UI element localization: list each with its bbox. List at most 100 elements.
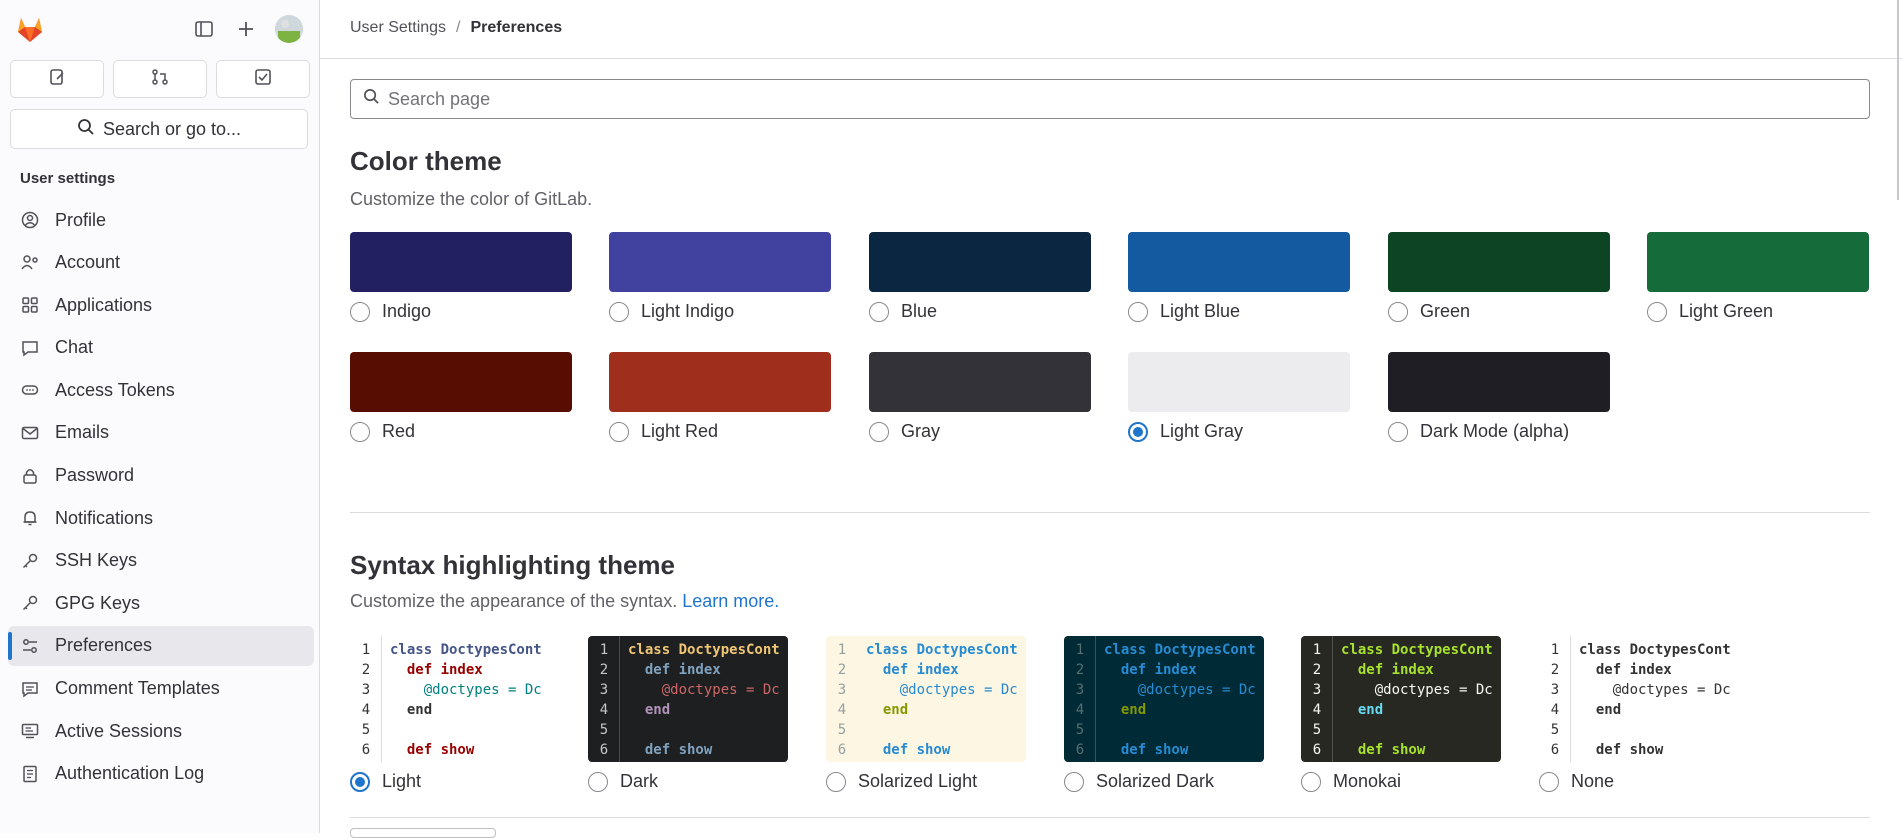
- color-theme-radio[interactable]: [1647, 301, 1667, 322]
- sidebar-item-authentication-log[interactable]: Authentication Log: [8, 754, 314, 794]
- syntax-theme-preview[interactable]: 1 2 3 4 5 6 class DoctypesCont def index @doct…: [588, 636, 788, 762]
- sidebar-item-label: Chat: [55, 337, 94, 358]
- color-theme-option[interactable]: Light Blue: [1128, 301, 1240, 322]
- sidebar-item-emails[interactable]: Emails: [8, 413, 314, 453]
- sidebar-item-comment-templates[interactable]: Comment Templates: [8, 669, 314, 709]
- syntax-theme-preview[interactable]: 1 2 3 4 5 6 class DoctypesCont def index @doct…: [1064, 636, 1264, 762]
- color-theme-swatch[interactable]: [869, 232, 1091, 292]
- sidebar-item-access-tokens[interactable]: Access Tokens: [8, 370, 314, 410]
- search-page-input[interactable]: Search page: [350, 79, 1870, 119]
- color-theme-radio[interactable]: [350, 301, 370, 322]
- sidebar-item-account[interactable]: Account: [8, 243, 314, 283]
- color-theme-radio[interactable]: [869, 421, 889, 442]
- syntax-theme-radio[interactable]: [588, 771, 608, 792]
- syntax-theme-preview[interactable]: 1 2 3 4 5 6 class DoctypesCont def index @doct…: [1539, 636, 1739, 762]
- issues-button[interactable]: [10, 60, 104, 98]
- color-theme-option[interactable]: Green: [1388, 301, 1470, 322]
- sidebar-item-label: Comment Templates: [55, 678, 220, 699]
- color-theme-radio[interactable]: [1388, 301, 1408, 322]
- sidebar-toggle-icon[interactable]: [191, 16, 217, 42]
- avatar[interactable]: [275, 15, 303, 43]
- sidebar-item-applications[interactable]: Applications: [8, 285, 314, 325]
- main-content: User Settings / Preferences Search page …: [320, 0, 1902, 838]
- sidebar-item-preferences[interactable]: Preferences: [8, 625, 314, 666]
- color-theme-option[interactable]: Red: [350, 421, 415, 442]
- color-theme-swatch[interactable]: [1128, 232, 1350, 292]
- email-icon: [20, 423, 40, 443]
- comment-icon: [20, 679, 40, 699]
- color-theme-swatch[interactable]: [1388, 352, 1610, 412]
- color-theme-swatch[interactable]: [1128, 352, 1350, 412]
- syntax-theme-option[interactable]: Monokai: [1301, 771, 1401, 792]
- merge-requests-button[interactable]: [113, 60, 207, 98]
- color-theme-swatch[interactable]: [350, 352, 572, 412]
- sidebar-item-active-sessions[interactable]: Active Sessions: [8, 711, 314, 751]
- search-or-go-to-button[interactable]: Search or go to...: [10, 109, 308, 149]
- sidebar-item-label: Notifications: [55, 507, 154, 528]
- sidebar-item-ssh-keys[interactable]: SSH Keys: [8, 541, 314, 581]
- syntax-theme-radio[interactable]: [1539, 771, 1559, 792]
- save-changes-button[interactable]: [350, 828, 496, 838]
- line-number: 1: [599, 642, 609, 658]
- syntax-theme-preview[interactable]: 1 2 3 4 5 6 class DoctypesCont def index @doct…: [1301, 636, 1501, 762]
- log-icon: [20, 764, 40, 784]
- syntax-theme-option[interactable]: None: [1539, 771, 1614, 792]
- color-theme-radio[interactable]: [1128, 421, 1148, 442]
- gitlab-logo-icon[interactable]: [14, 13, 46, 45]
- scrollbar[interactable]: [1897, 0, 1899, 200]
- syntax-theme-radio[interactable]: [350, 771, 370, 792]
- search-or-go-to-label: Search or go to...: [102, 118, 242, 139]
- code-line: def index: [1579, 662, 1672, 678]
- line-number: 1: [1075, 642, 1085, 658]
- syntax-theme-option[interactable]: Dark: [588, 771, 658, 792]
- color-theme-radio[interactable]: [609, 421, 629, 442]
- color-theme-radio[interactable]: [1388, 421, 1408, 442]
- sidebar-item-chat[interactable]: Chat: [8, 328, 314, 368]
- breadcrumb: User Settings / Preferences: [350, 19, 562, 37]
- sidebar-item-password[interactable]: Password: [8, 456, 314, 496]
- color-theme-option[interactable]: Gray: [869, 421, 940, 442]
- sidebar-item-profile[interactable]: Profile: [8, 200, 314, 240]
- color-theme-radio[interactable]: [1128, 301, 1148, 322]
- code-line: class DoctypesCont: [1341, 642, 1493, 658]
- syntax-theme-option[interactable]: Solarized Dark: [1064, 771, 1214, 792]
- color-theme-option[interactable]: Light Indigo: [609, 301, 734, 322]
- account-icon: [20, 253, 40, 273]
- syntax-theme-title: Syntax highlighting theme: [350, 550, 676, 580]
- todos-button[interactable]: [216, 60, 310, 98]
- syntax-theme-radio[interactable]: [1301, 771, 1321, 792]
- color-theme-option[interactable]: Light Gray: [1128, 421, 1243, 442]
- color-theme-radio[interactable]: [869, 301, 889, 322]
- syntax-theme-preview[interactable]: 1 2 3 4 5 6 class DoctypesCont def index @doct…: [826, 636, 1026, 762]
- color-theme-radio[interactable]: [609, 301, 629, 322]
- color-theme-radio[interactable]: [350, 421, 370, 442]
- line-number: 6: [1075, 742, 1085, 758]
- sidebar-item-gpg-keys[interactable]: GPG Keys: [8, 583, 314, 623]
- syntax-theme-radio[interactable]: [1064, 771, 1084, 792]
- breadcrumb-parent[interactable]: User Settings: [350, 19, 446, 37]
- color-theme-option[interactable]: Light Green: [1647, 301, 1773, 322]
- sidebar: Search or go to... User settings Profile…: [0, 0, 320, 833]
- color-theme-option[interactable]: Indigo: [350, 301, 431, 322]
- line-number: 3: [1312, 682, 1322, 698]
- code-line: @doctypes = Dc: [1579, 682, 1731, 698]
- color-theme-swatch[interactable]: [609, 352, 831, 412]
- color-theme-swatch[interactable]: [1388, 232, 1610, 292]
- sidebar-item-notifications[interactable]: Notifications: [8, 498, 314, 538]
- color-theme-option[interactable]: Dark Mode (alpha): [1388, 421, 1569, 442]
- line-number: 2: [1312, 662, 1322, 678]
- syntax-theme-preview[interactable]: 1 2 3 4 5 6 class DoctypesCont def index @doct…: [350, 636, 550, 762]
- plus-icon[interactable]: [233, 16, 259, 42]
- color-theme-swatch[interactable]: [350, 232, 572, 292]
- line-number: 3: [599, 682, 609, 698]
- syntax-theme-radio[interactable]: [826, 771, 846, 792]
- color-theme-label: Light Green: [1679, 301, 1774, 321]
- syntax-theme-option[interactable]: Light: [350, 771, 421, 792]
- color-theme-option[interactable]: Light Red: [609, 421, 718, 442]
- color-theme-swatch[interactable]: [869, 352, 1091, 412]
- color-theme-swatch[interactable]: [1647, 232, 1869, 292]
- learn-more-link[interactable]: Learn more.: [682, 591, 779, 611]
- color-theme-option[interactable]: Blue: [869, 301, 937, 322]
- color-theme-swatch[interactable]: [609, 232, 831, 292]
- syntax-theme-option[interactable]: Solarized Light: [826, 771, 977, 792]
